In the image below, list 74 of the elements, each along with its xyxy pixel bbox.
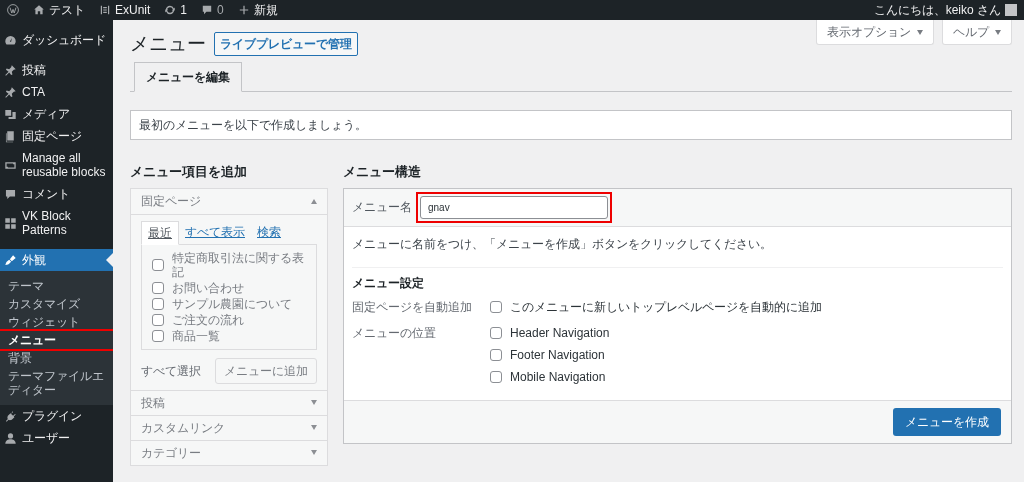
gauge-icon — [4, 33, 17, 47]
sidebar-item[interactable]: 投稿 — [0, 59, 113, 81]
create-menu-button[interactable]: メニューを作成 — [893, 408, 1001, 436]
submenu-item[interactable]: カスタマイズ — [0, 295, 113, 313]
submenu-item[interactable]: 背景 — [0, 349, 113, 367]
sidebar-item[interactable]: VK Block Patterns — [0, 205, 113, 241]
grid-logo-icon — [99, 4, 111, 16]
caret-icon — [917, 29, 923, 35]
page-title: メニュー — [130, 32, 206, 56]
menu-name-field[interactable]: gnav — [418, 193, 610, 221]
grid-icon — [4, 216, 17, 230]
sidebar-item[interactable]: 固定ページ — [0, 125, 113, 147]
expand-arrow-icon — [311, 425, 317, 431]
dropdown-button[interactable]: ヘルプ — [942, 20, 1012, 45]
checkbox-label: Footer Navigation — [510, 347, 605, 364]
settings-heading: メニュー設定 — [352, 275, 425, 290]
caret-icon — [995, 29, 1001, 35]
live-preview-button[interactable]: ライブプレビューで管理 — [214, 32, 358, 56]
setting-label: 固定ページを自動追加 — [352, 299, 473, 316]
media-icon — [4, 107, 17, 121]
plus-icon — [237, 4, 250, 16]
pin-icon — [4, 63, 17, 77]
submenu-item[interactable]: テーマファイルエディター — [0, 367, 113, 399]
submenu-item[interactable]: テーマ — [0, 277, 113, 295]
setting-label: メニューの位置 — [352, 325, 437, 342]
checkbox-label: Mobile Navigation — [510, 369, 606, 386]
tab[interactable]: メニューを編集 — [134, 62, 242, 92]
admin-bar-item[interactable]: ExUnit — [92, 0, 158, 20]
notice: 最初のメニューを以下で作成しましょう。 — [130, 110, 1012, 140]
refresh-icon — [164, 4, 177, 16]
submenu-item[interactable]: メニュー — [0, 331, 113, 349]
avatar-icon — [1005, 4, 1017, 16]
pin-icon — [4, 85, 17, 99]
account-menu[interactable]: こんにちは、keiko さん — [866, 0, 1024, 20]
home-icon — [33, 4, 45, 16]
checkbox[interactable] — [490, 301, 502, 313]
checkbox-label: このメニューに新しいトップレベルページを自動的に追加 — [510, 299, 822, 316]
submenu-item[interactable]: ウィジェット — [0, 313, 113, 331]
page-item-label: 商品一覧 — [172, 328, 220, 343]
dropdown-button[interactable]: 表示オプション — [816, 20, 934, 45]
comment-icon — [4, 187, 17, 201]
expand-arrow-icon — [311, 400, 317, 406]
admin-bar-item[interactable]: 1 — [157, 0, 195, 20]
collapse-arrow-icon — [311, 198, 317, 204]
sidebar-item[interactable]: ユーザー — [0, 427, 113, 449]
page-icon — [4, 129, 17, 143]
checkbox[interactable] — [490, 327, 502, 339]
sidebar-item[interactable]: 外観 — [0, 249, 113, 271]
page-item-label: 特定商取引法に関する表記 — [172, 250, 305, 279]
checkbox-label: Header Navigation — [510, 325, 610, 342]
admin-bar-item[interactable]: テスト — [26, 0, 92, 20]
admin-bar-item[interactable]: 0 — [194, 0, 231, 20]
sidebar-item[interactable]: コメント — [0, 183, 113, 205]
instructions-text: メニューに名前をつけ、「メニューを作成」ボタンをクリックしてください。 — [352, 235, 773, 253]
checkbox[interactable] — [490, 349, 502, 361]
sidebar-item[interactable]: プラグイン — [0, 405, 113, 427]
sidebar-item[interactable]: Manage all reusable blocks — [0, 147, 113, 183]
sidebar-item[interactable]: ダッシュボード — [0, 29, 113, 51]
wordpress-logo-icon — [7, 4, 19, 16]
field-label: メニュー名 — [352, 199, 412, 217]
comment-icon — [201, 4, 214, 16]
admin-bar-item[interactable]: 新規 — [230, 0, 285, 20]
plug-icon — [4, 409, 17, 423]
sidebar-item[interactable]: メディア — [0, 103, 113, 125]
expand-arrow-icon — [311, 450, 317, 456]
page-item-label: ご注文の流れ — [172, 312, 244, 327]
page-item-label: サンプル農園について — [172, 296, 292, 311]
section-heading: メニュー構造 — [343, 164, 422, 180]
checkbox[interactable] — [490, 371, 502, 383]
sidebar-item[interactable]: CTA — [0, 81, 113, 103]
page-item-label: お問い合わせ — [172, 280, 244, 295]
user-icon — [4, 431, 17, 445]
section-heading: メニュー項目を追加 — [130, 164, 248, 180]
brush-icon — [4, 253, 17, 267]
